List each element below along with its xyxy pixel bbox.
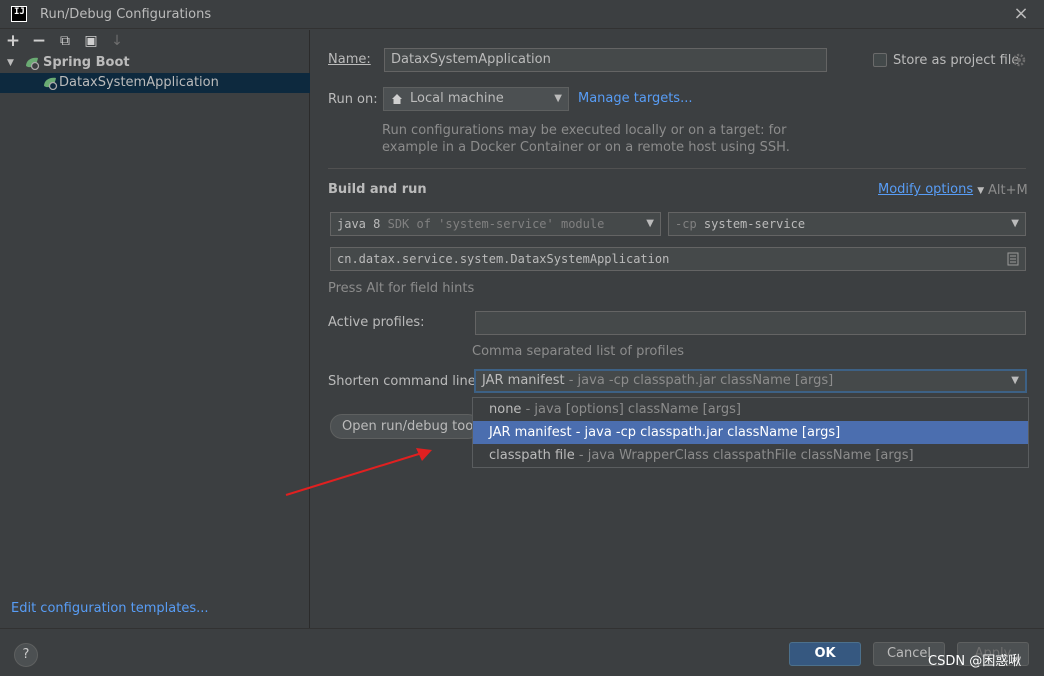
copy-icon[interactable]: ⧉ bbox=[56, 32, 74, 50]
active-profiles-label: Active profiles: bbox=[328, 315, 425, 330]
shorten-command-line-label: Shorten command line: bbox=[328, 374, 481, 389]
modify-options-link[interactable]: Modify options ▼ bbox=[878, 182, 984, 197]
active-profiles-input[interactable] bbox=[475, 311, 1026, 335]
title-bar: IJ Run/Debug Configurations × bbox=[0, 0, 1044, 29]
store-as-project-checkbox[interactable] bbox=[873, 53, 887, 67]
tree-item-label: DataxSystemApplication bbox=[59, 75, 219, 90]
intellij-logo-icon: IJ bbox=[11, 6, 27, 22]
gear-icon[interactable] bbox=[1012, 53, 1026, 67]
spring-boot-run-icon bbox=[44, 77, 58, 90]
tree-group-spring-boot[interactable]: ▼ Spring Boot bbox=[0, 53, 310, 73]
sdk-select[interactable]: java 8 SDK of 'system-service' module ▼ bbox=[330, 212, 661, 236]
classpath-module-select[interactable]: -cp system-service ▼ bbox=[668, 212, 1026, 236]
tree-item-datax-system-application[interactable]: DataxSystemApplication bbox=[0, 73, 310, 93]
divider bbox=[328, 168, 1026, 169]
chevron-down-icon[interactable]: ▼ bbox=[7, 53, 14, 73]
dialog-footer: ? OK Cancel Apply CSDN @困惑啾 bbox=[0, 628, 1044, 676]
main-class-input[interactable]: cn.datax.service.system.DataxSystemAppli… bbox=[330, 247, 1026, 271]
run-on-hint-2: example in a Docker Container or on a re… bbox=[382, 140, 790, 155]
add-icon[interactable]: + bbox=[4, 32, 22, 50]
run-on-label: Run on: bbox=[328, 92, 378, 107]
folder-icon[interactable]: ▣ bbox=[82, 32, 100, 50]
remove-icon[interactable]: − bbox=[30, 32, 48, 50]
shorten-command-line-dropdown: none - java [options] className [args] J… bbox=[472, 397, 1029, 468]
dropdown-option-classpath-file[interactable]: classpath file - java WrapperClass class… bbox=[473, 444, 1028, 467]
home-icon bbox=[392, 94, 402, 104]
name-input[interactable]: DataxSystemApplication bbox=[384, 48, 827, 72]
alt-hint: Press Alt for field hints bbox=[328, 281, 475, 296]
browse-icon[interactable] bbox=[1007, 252, 1019, 266]
dropdown-option-jar-manifest[interactable]: JAR manifest - java -cp classpath.jar cl… bbox=[473, 421, 1028, 444]
name-label: Name: bbox=[328, 52, 371, 67]
store-as-project-label[interactable]: Store as project file bbox=[893, 53, 1019, 68]
sort-icon[interactable]: ↓ bbox=[108, 32, 126, 50]
help-button[interactable]: ? bbox=[14, 643, 38, 667]
chevron-down-icon: ▼ bbox=[1011, 218, 1019, 229]
manage-targets-link[interactable]: Manage targets... bbox=[578, 91, 692, 106]
shorten-command-line-select[interactable]: JAR manifest - java -cp classpath.jar cl… bbox=[474, 369, 1027, 393]
ok-button[interactable]: OK bbox=[789, 642, 861, 666]
run-on-select[interactable]: Local machine ▼ bbox=[383, 87, 569, 111]
annotation-arrow bbox=[285, 448, 432, 496]
csdn-watermark: CSDN @困惑啾 bbox=[928, 654, 1022, 669]
chevron-down-icon: ▼ bbox=[554, 93, 562, 104]
profiles-hint: Comma separated list of profiles bbox=[472, 344, 684, 359]
edit-templates-link[interactable]: Edit configuration templates... bbox=[11, 601, 209, 616]
dropdown-option-none[interactable]: none - java [options] className [args] bbox=[473, 398, 1028, 421]
run-on-hint-1: Run configurations may be executed local… bbox=[382, 123, 787, 138]
modify-options-shortcut: Alt+M bbox=[988, 183, 1028, 198]
chevron-down-icon: ▼ bbox=[646, 218, 654, 229]
sidebar-toolbar: + − ⧉ ▣ ↓ bbox=[0, 30, 310, 52]
configurations-sidebar: + − ⧉ ▣ ↓ ▼ Spring Boot DataxSystemAppli… bbox=[0, 30, 310, 628]
window-title: Run/Debug Configurations bbox=[40, 7, 212, 22]
chevron-down-icon: ▼ bbox=[1011, 375, 1019, 386]
run-on-value: Local machine bbox=[410, 91, 504, 106]
close-icon[interactable]: × bbox=[1010, 3, 1032, 25]
tree-group-label: Spring Boot bbox=[43, 55, 130, 70]
spring-boot-icon bbox=[26, 57, 40, 70]
build-and-run-heading: Build and run bbox=[328, 182, 427, 197]
open-tool-window-option[interactable]: Open run/debug tool bbox=[330, 414, 480, 439]
